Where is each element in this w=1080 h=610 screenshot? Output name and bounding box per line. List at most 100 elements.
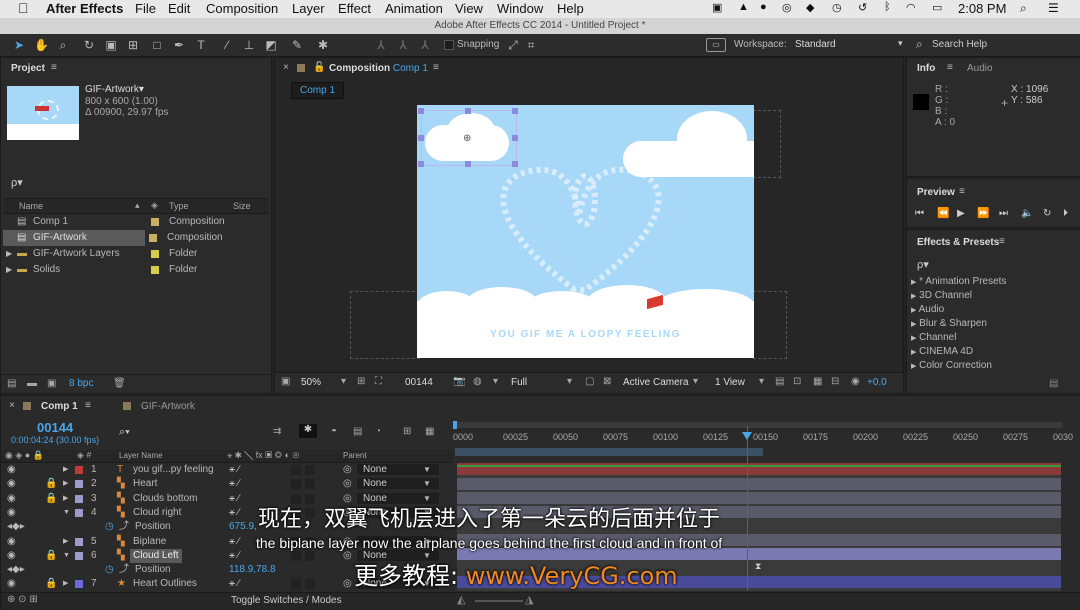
reset-exposure-icon[interactable]: ◉ (851, 376, 860, 387)
eye-icon[interactable]: ◉ (7, 492, 16, 506)
transform-handle[interactable] (465, 161, 471, 167)
drive-icon[interactable]: ▲ (738, 1, 749, 13)
switch-icons[interactable]: ⚹ ∕ (229, 549, 239, 563)
close-tab-icon[interactable]: × (9, 400, 15, 411)
zoom-slider[interactable] (475, 600, 523, 602)
exposure-value[interactable]: +0.0 (867, 377, 887, 388)
menu-file[interactable]: File (135, 1, 156, 16)
expand-arrow-icon[interactable]: ▶ (63, 463, 68, 477)
project-item[interactable]: ▶ ▬ Solids Folder (3, 262, 269, 278)
panel-menu-icon[interactable]: ≡ (433, 62, 439, 73)
transform-handle[interactable] (512, 161, 518, 167)
project-item[interactable]: ▤ Comp 1 Composition (3, 214, 269, 230)
menu-view[interactable]: View (455, 1, 483, 16)
switches-header-icon[interactable]: ⚹ ✱ ╲ fx ▣ ◎ ◐ ⊚ (227, 450, 299, 461)
lock-icon[interactable]: 🔒 (45, 492, 57, 506)
label-swatch[interactable] (151, 266, 159, 274)
label-swatch[interactable] (75, 494, 83, 503)
cc-icon[interactable]: ◎ (782, 1, 792, 14)
panel-menu-icon[interactable]: ≡ (51, 62, 57, 73)
toggle-pixel-aspect-icon[interactable]: ▤ (775, 376, 784, 387)
workspace-menu-icon[interactable]: ▭ (706, 38, 726, 52)
label-swatch[interactable] (75, 551, 83, 560)
asset-name[interactable]: GIF-Artwork▾ (85, 84, 144, 95)
timeline-tab-comp1[interactable]: Comp 1 (41, 401, 78, 412)
menu-window[interactable]: Window (497, 1, 543, 16)
layer-name[interactable]: Biplane (130, 535, 169, 549)
app-menu[interactable]: After Effects (46, 1, 123, 16)
fast-previews-icon[interactable]: ⊡ (793, 376, 801, 387)
comp-mini-flowchart-icon[interactable]: ⇉ (273, 426, 281, 437)
label-swatch[interactable] (151, 218, 159, 226)
audio-icon[interactable]: 🔈 (1021, 208, 1033, 219)
transform-handle[interactable] (418, 108, 424, 114)
keyframe-icon[interactable]: ⧗ (755, 561, 761, 572)
dropbox-icon[interactable]: ◆ (806, 1, 814, 14)
graph-icon[interactable]: ⤴ (119, 563, 129, 577)
axis-view-icon[interactable]: ⅄ (418, 38, 432, 52)
transform-handle[interactable] (512, 108, 518, 114)
new-composition-icon[interactable]: ▣ (47, 378, 56, 389)
camera-tool-icon[interactable]: ▣ (104, 38, 118, 52)
view-layout-select[interactable]: 1 View (715, 377, 745, 388)
graph-icon[interactable]: ⤴ (119, 520, 129, 534)
switch-box[interactable] (305, 579, 315, 590)
resolution-select[interactable]: Full (511, 377, 527, 388)
property-value[interactable]: 675.9, (229, 520, 257, 534)
workspace-dropdown-icon[interactable]: ▾ (898, 38, 903, 49)
always-preview-icon[interactable]: ▣ (281, 376, 290, 387)
timeline-timecode[interactable]: 00144 (37, 420, 73, 435)
battery-icon[interactable]: ▭ (932, 1, 942, 14)
brainstorm-icon[interactable]: ▦ (425, 426, 434, 437)
menu-composition[interactable]: Composition (206, 1, 278, 16)
layer-name[interactable]: Heart Outlines (130, 577, 200, 591)
transparency-grid-icon[interactable]: ⊠ (603, 376, 611, 387)
preview-tab[interactable]: Preview (917, 187, 955, 198)
roto-brush-tool-icon[interactable]: ✎ (290, 38, 304, 52)
dropdown-icon[interactable]: ▾ (693, 376, 698, 387)
type-tool-icon[interactable]: T (194, 38, 208, 52)
label-swatch[interactable] (75, 508, 83, 517)
parent-pickwhip-icon[interactable]: ◎ (343, 577, 352, 591)
label-swatch[interactable] (75, 466, 83, 474)
av-features-icon[interactable]: ◉ ◈ ● 🔒 (5, 450, 44, 461)
expand-arrow-icon[interactable]: ▶ (63, 477, 68, 491)
layer-row[interactable]: ◉ ▶ 1 Tyou gif...py feeling ⚹ ∕ ◎ None ▼ (1, 463, 453, 477)
effects-category[interactable]: ▶ Color Correction (911, 358, 992, 374)
header-name[interactable]: Name (19, 201, 43, 211)
play-icon[interactable]: ▶ (957, 208, 965, 219)
eye-icon[interactable]: ◉ (7, 506, 16, 520)
lock-icon[interactable]: 🔓 (313, 62, 325, 73)
switch-box[interactable] (305, 479, 315, 490)
search-help-input[interactable]: Search Help (932, 39, 987, 50)
dropdown-icon[interactable]: ▾ (341, 376, 346, 387)
snapping-checkbox[interactable] (444, 40, 454, 50)
layer-name[interactable]: you gif...py feeling (130, 463, 217, 477)
menu-effect[interactable]: Effect (338, 1, 371, 16)
panel-menu-icon[interactable]: ≡ (85, 400, 91, 411)
expand-arrow-icon[interactable]: ▼ (63, 506, 70, 520)
zoom-out-icon[interactable]: ◭ (457, 593, 465, 606)
eye-icon[interactable]: ◉ (7, 577, 16, 591)
timeline-search-icon[interactable]: ⌕▾ (119, 426, 130, 439)
property-value[interactable]: 118.9,78.8 (229, 563, 276, 577)
expand-arrow-icon[interactable]: ▶ (63, 577, 68, 591)
eraser-tool-icon[interactable]: ◩ (264, 38, 278, 52)
notification-center-icon[interactable]: ☰ (1048, 1, 1059, 15)
eye-icon[interactable]: ◉ (7, 477, 16, 491)
panel-menu-icon[interactable]: ≡ (959, 186, 965, 197)
switch-box[interactable] (291, 465, 301, 475)
label-tag-icon[interactable]: ◈ (151, 200, 158, 211)
label-swatch[interactable] (75, 537, 83, 546)
switch-icons[interactable]: ⚹ ∕ (229, 477, 239, 491)
lock-icon[interactable]: 🔒 (45, 577, 57, 591)
last-frame-icon[interactable]: ⏭ (999, 208, 1008, 219)
spotlight-icon[interactable]: ⌕ (1020, 1, 1027, 16)
pen-tool-icon[interactable]: ✒ (172, 38, 186, 52)
loop-icon[interactable]: ↻ (1043, 208, 1051, 219)
ram-preview-icon[interactable]: ⏵ (1063, 208, 1068, 219)
parent-pickwhip-icon[interactable]: ◎ (343, 463, 352, 477)
switch-icons[interactable]: ⚹ ∕ (229, 463, 239, 477)
project-tab[interactable]: Project (11, 63, 45, 74)
next-frame-icon[interactable]: ⏩ (977, 208, 989, 219)
